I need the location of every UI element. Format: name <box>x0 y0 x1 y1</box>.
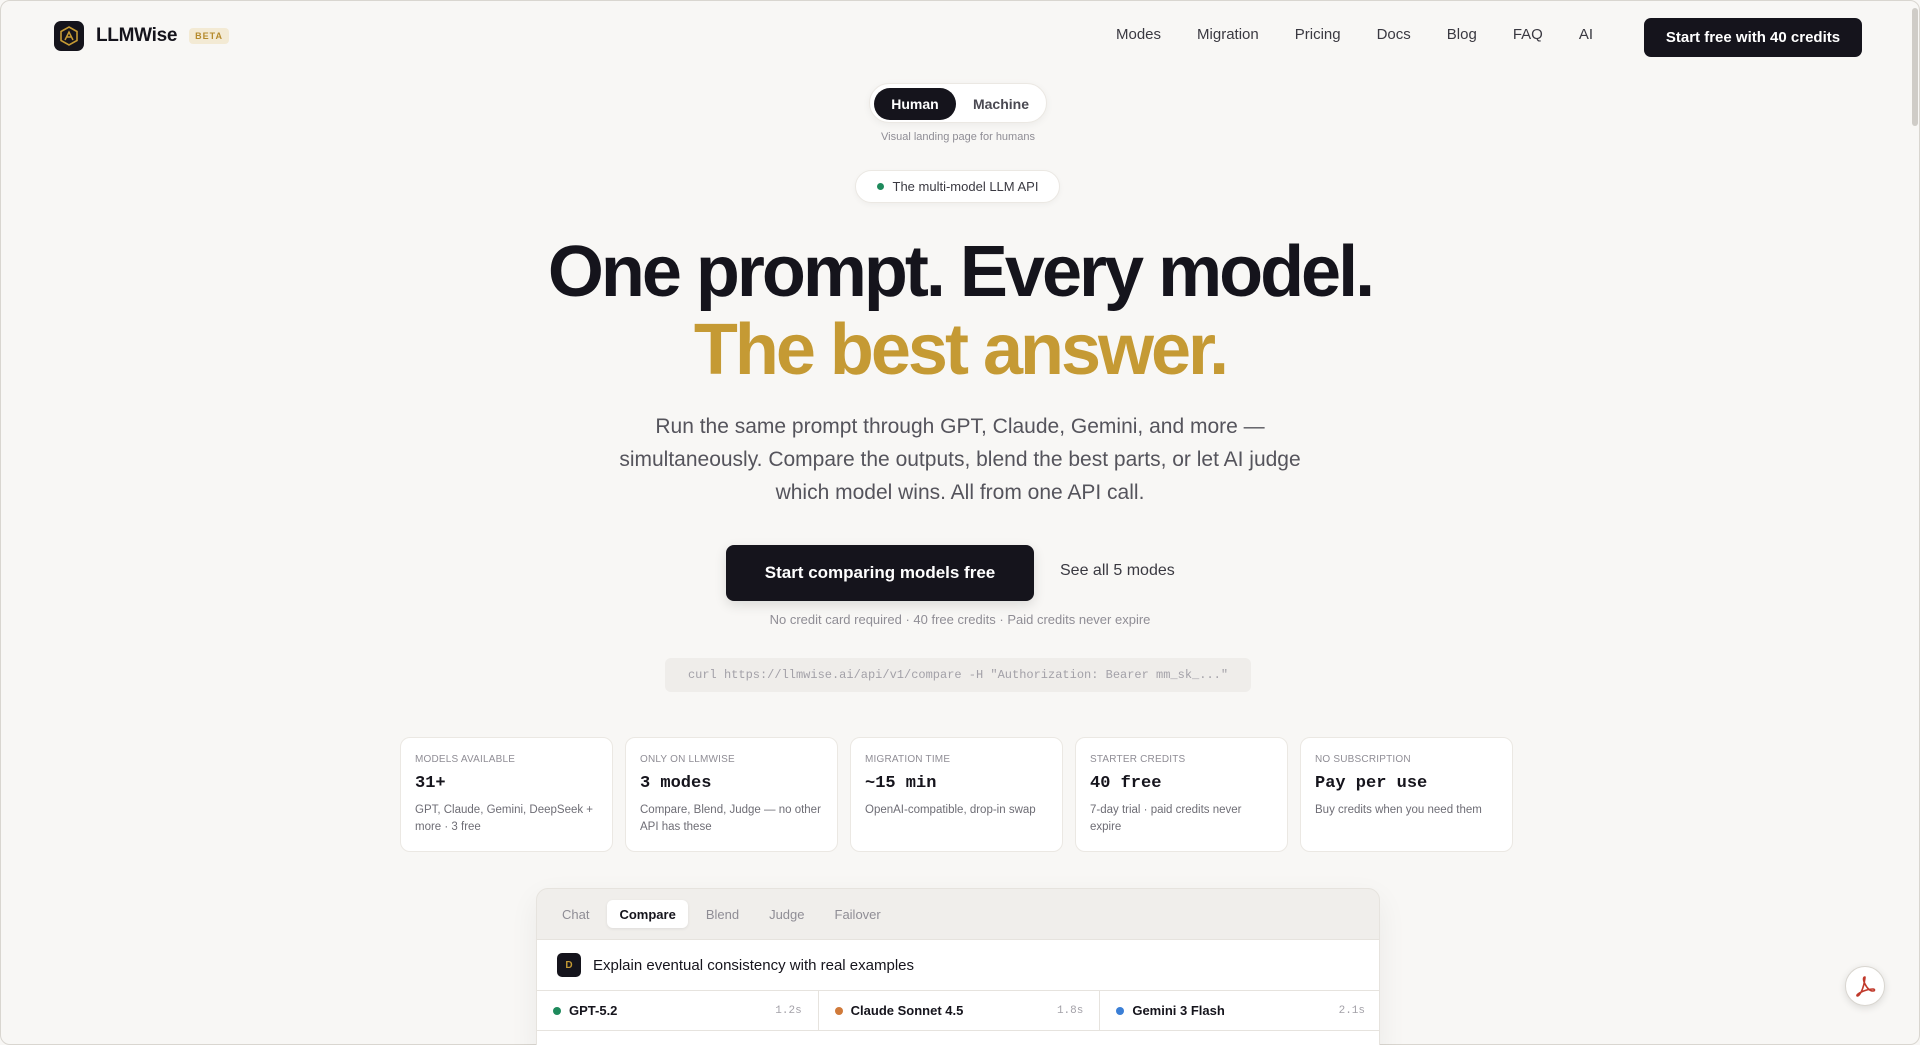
brand[interactable]: LLMWise BETA <box>54 21 229 51</box>
audience-toggle: Human Machine <box>869 83 1047 123</box>
stat-value: 40 free <box>1090 774 1162 793</box>
nav-link-docs[interactable]: Docs <box>1377 26 1411 43</box>
curl-snippet[interactable]: curl https://llmwise.ai/api/v1/compare -… <box>665 658 1251 692</box>
pdf-button[interactable] <box>1845 966 1885 1006</box>
demo-panel: Chat Compare Blend Judge Failover D Expl… <box>536 888 1380 1045</box>
nav-link-blog[interactable]: Blog <box>1447 26 1477 43</box>
model-latency: 2.1s <box>1338 1004 1366 1017</box>
model-latency: 1.8s <box>1056 1004 1084 1017</box>
subtitle-line: which model wins. All from one API call. <box>775 481 1145 504</box>
stat-label: NO SUBSCRIPTION <box>1315 754 1411 765</box>
nav-link-ai[interactable]: AI <box>1579 26 1593 43</box>
toggle-machine[interactable]: Machine <box>960 88 1042 120</box>
stat-value: Pay per use <box>1315 774 1428 793</box>
stat-value: ~15 min <box>865 774 937 793</box>
start-free-button[interactable]: Start free with 40 credits <box>1644 18 1862 57</box>
pdf-icon <box>1856 976 1876 997</box>
tab-failover[interactable]: Failover <box>823 900 893 928</box>
stat-card: MIGRATION TIME ~15 min OpenAI-compatible… <box>850 737 1063 852</box>
toggle-caption: Visual landing page for humans <box>881 131 1035 143</box>
stat-desc: GPT, Claude, Gemini, DeepSeek + more · 3… <box>415 804 594 833</box>
stat-card: MODELS AVAILABLE 31+ GPT, Claude, Gemini… <box>400 737 613 852</box>
model-column-header: Gemini 3 Flash 2.1s <box>1100 991 1379 1031</box>
stat-label: MIGRATION TIME <box>865 754 951 765</box>
prompt-text: Explain eventual consistency with real e… <box>593 956 914 974</box>
start-comparing-button[interactable]: Start comparing models free <box>726 545 1034 601</box>
tab-compare[interactable]: Compare <box>607 900 688 928</box>
stat-label: MODELS AVAILABLE <box>415 754 516 765</box>
avatar: D <box>557 953 581 977</box>
model-name: GPT-5.2 <box>569 1003 618 1018</box>
model-dot-icon <box>1116 1006 1125 1015</box>
hero-headline: One prompt. Every model. <box>547 232 1375 312</box>
model-name: Claude Sonnet 4.5 <box>850 1003 964 1018</box>
beta-badge: BETA <box>189 28 229 44</box>
fineprint: No credit card required · 40 free credit… <box>769 612 1151 627</box>
status-dot-icon <box>876 183 884 190</box>
stat-desc: OpenAI-compatible, drop-in swap <box>865 804 1036 816</box>
see-all-modes-link[interactable]: See all 5 modes <box>1060 562 1175 580</box>
hero-headline-accent: The best answer. <box>693 310 1229 390</box>
tab-judge[interactable]: Judge <box>757 900 816 928</box>
toggle-human[interactable]: Human <box>874 88 956 120</box>
nav-link-pricing[interactable]: Pricing <box>1295 26 1341 43</box>
stat-desc: 7-day trial · paid credits never expire <box>1090 804 1242 833</box>
llmwise-logo-icon <box>54 21 84 51</box>
tab-chat[interactable]: Chat <box>550 900 601 928</box>
stat-card: NO SUBSCRIPTION Pay per use Buy credits … <box>1300 737 1513 852</box>
stat-label: ONLY ON LLMWISE <box>640 754 735 765</box>
tab-blend[interactable]: Blend <box>694 900 751 928</box>
model-latency: 1.2s <box>775 1004 802 1017</box>
nav-link-modes[interactable]: Modes <box>1116 26 1161 43</box>
subtitle-line: simultaneously. Compare the outputs, ble… <box>619 448 1301 471</box>
stat-card: STARTER CREDITS 40 free 7-day trial · pa… <box>1075 737 1288 852</box>
model-dot-icon <box>553 1006 561 1015</box>
top-nav: LLMWise BETA Modes Migration Pricing Doc… <box>0 0 1920 74</box>
model-column-header: Claude Sonnet 4.5 1.8s <box>818 991 1101 1031</box>
tagline-pill: The multi-model LLM API <box>855 170 1060 203</box>
nav-link-faq[interactable]: FAQ <box>1513 26 1543 43</box>
stat-value: 3 modes <box>640 774 712 793</box>
model-name: Gemini 3 Flash <box>1132 1003 1225 1018</box>
stats-row: MODELS AVAILABLE 31+ GPT, Claude, Gemini… <box>400 737 1513 852</box>
stat-label: STARTER CREDITS <box>1090 754 1186 765</box>
prompt-row: D Explain eventual consistency with real… <box>537 939 1379 991</box>
stat-desc: Buy credits when you need them <box>1315 804 1482 816</box>
nav-links: Modes Migration Pricing Docs Blog FAQ AI <box>1116 26 1593 43</box>
stat-card: ONLY ON LLMWISE 3 modes Compare, Blend, … <box>625 737 838 852</box>
stat-value: 31+ <box>415 774 446 793</box>
tagline-text: The multi-model LLM API <box>892 179 1039 194</box>
subtitle-line: Run the same prompt through GPT, Claude,… <box>655 415 1265 438</box>
brand-name: LLMWise <box>96 25 178 46</box>
hero-subtitle: Run the same prompt through GPT, Claude,… <box>560 410 1360 509</box>
model-columns: GPT-5.2 1.2s Claude Sonnet 4.5 1.8s Gemi… <box>537 991 1379 1045</box>
model-dot-icon <box>834 1006 843 1015</box>
mode-tabs: Chat Compare Blend Judge Failover <box>550 900 893 928</box>
model-column-header: GPT-5.2 1.2s <box>537 991 819 1031</box>
stat-desc: Compare, Blend, Judge — no other API has… <box>640 804 821 833</box>
nav-link-migration[interactable]: Migration <box>1197 26 1259 43</box>
